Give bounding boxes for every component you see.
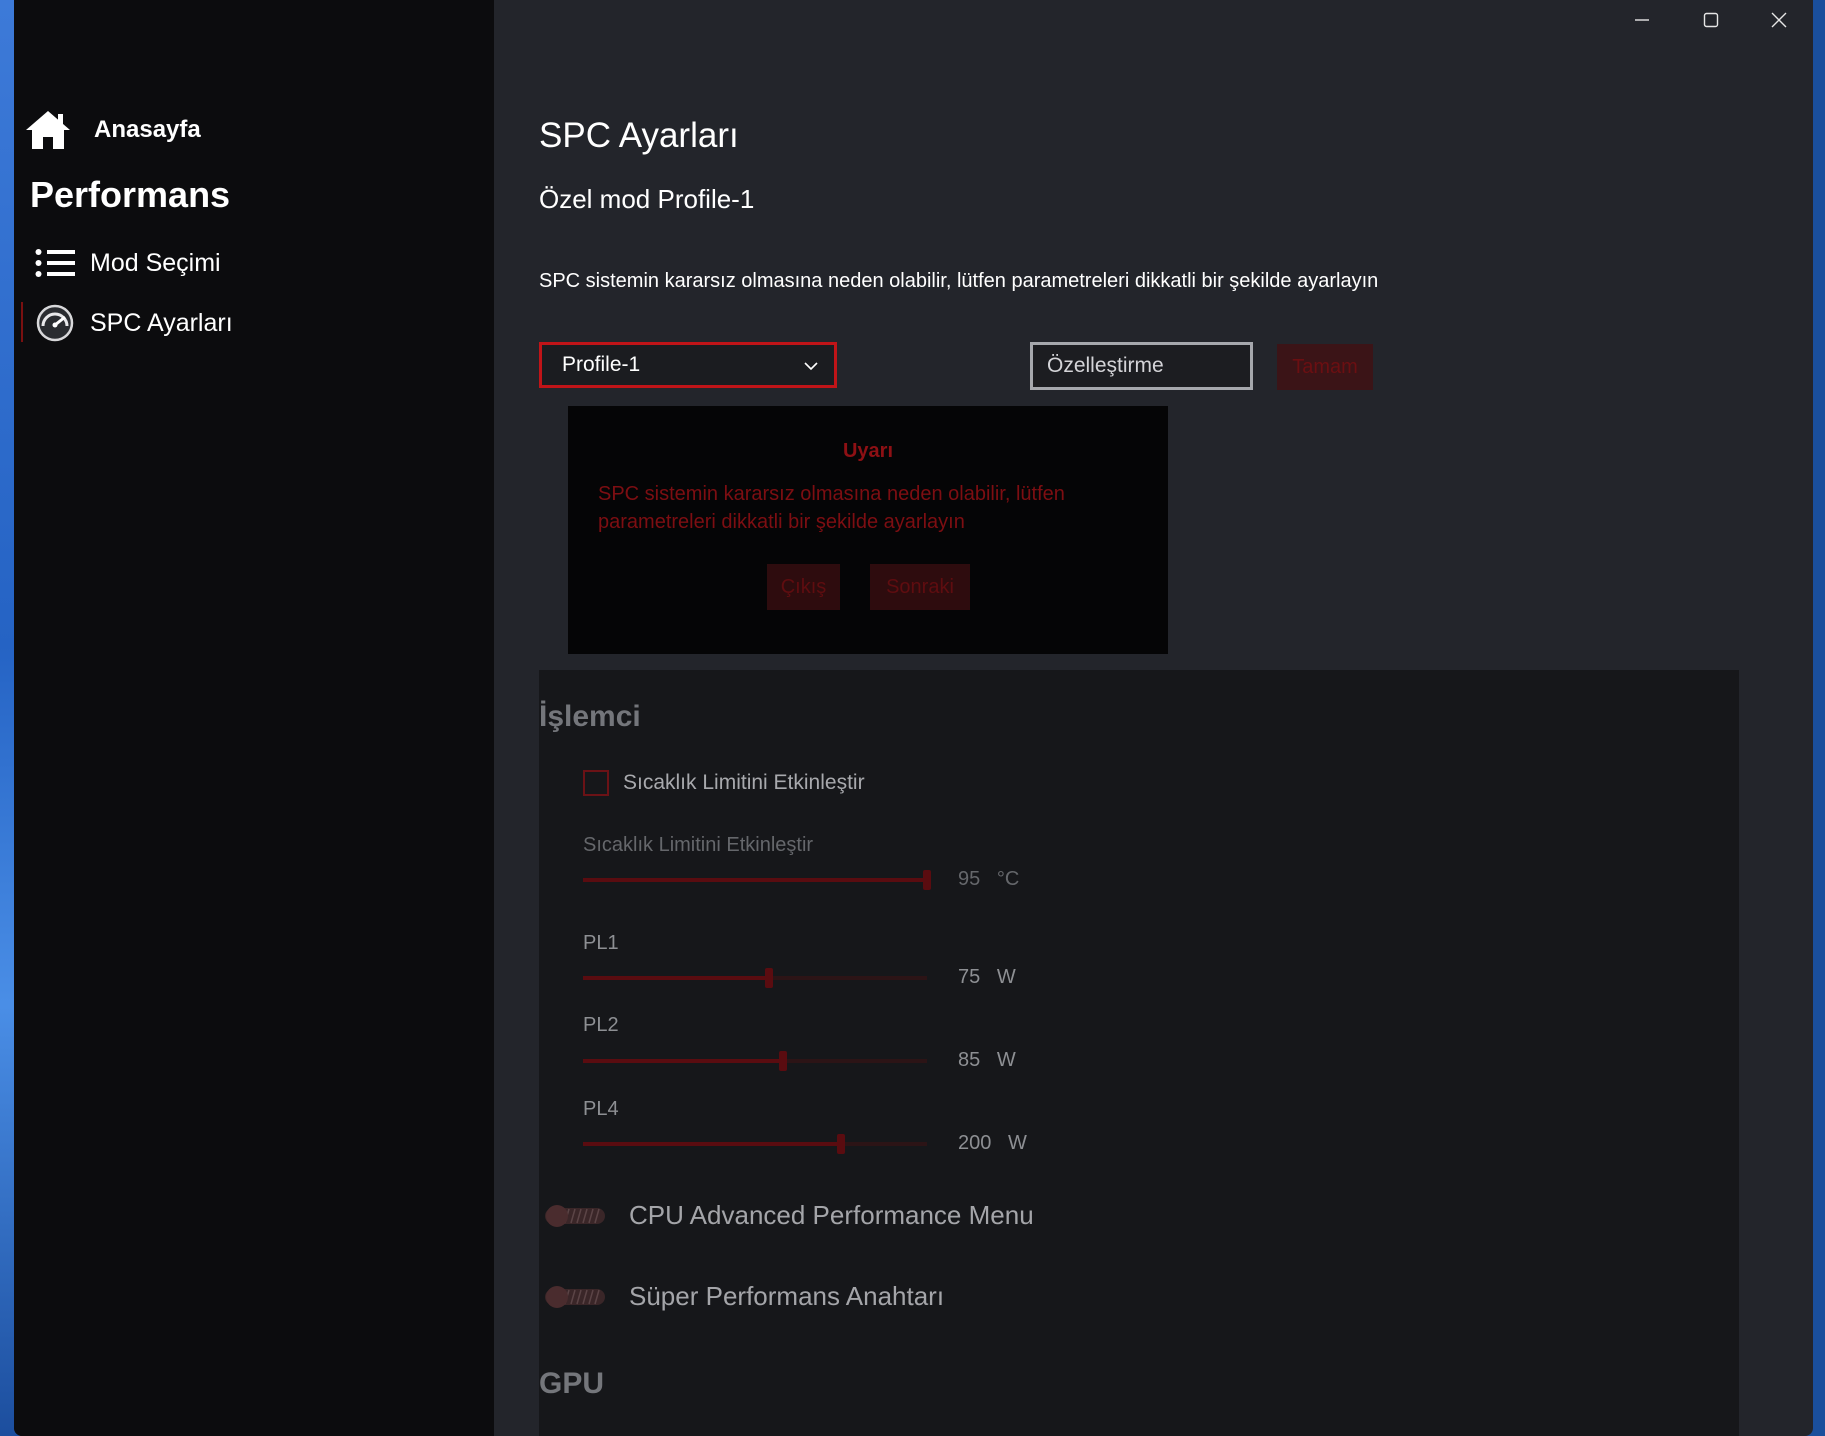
cpu-advanced-toggle[interactable] xyxy=(543,1203,607,1229)
profile-subtitle: Özel mod Profile-1 xyxy=(539,184,755,214)
temp-limit-slider-label: Sıcaklık Limitini Etkinleştir xyxy=(583,834,814,856)
customization-input[interactable]: Özelleştirme xyxy=(1030,342,1253,390)
temp-limit-value: 95 °C xyxy=(958,868,1020,890)
sidebar: Anasayfa Performans Mod Seçimi SPC Ayarl… xyxy=(14,0,494,1436)
cpu-section-title: İşlemci xyxy=(539,700,641,733)
ok-button[interactable]: Tamam xyxy=(1277,344,1373,390)
list-icon xyxy=(34,242,76,284)
home-icon xyxy=(26,111,70,149)
sidebar-item-label: Mod Seçimi xyxy=(90,248,221,277)
gpu-section-title: GPU xyxy=(539,1367,605,1400)
customization-input-value: Özelleştirme xyxy=(1047,354,1164,377)
dialog-exit-button[interactable]: Çıkış xyxy=(767,564,840,610)
sidebar-item-mod-secimi[interactable]: Mod Seçimi xyxy=(34,242,221,284)
sidebar-home-link[interactable]: Anasayfa xyxy=(24,108,201,152)
warning-description: SPC sistemin kararsız olmasına neden ola… xyxy=(539,270,1379,292)
dialog-next-button[interactable]: Sonraki xyxy=(870,564,970,610)
slider-thumb[interactable] xyxy=(764,968,773,988)
main-content: SPC Ayarları Özel mod Profile-1 SPC sist… xyxy=(539,0,1813,1436)
chevron-down-icon xyxy=(804,362,818,371)
pl4-slider[interactable] xyxy=(583,1134,927,1154)
temp-limit-checkbox-row[interactable]: Sıcaklık Limitini Etkinleştir xyxy=(583,770,865,796)
page-title: SPC Ayarları xyxy=(539,116,739,155)
slider-thumb[interactable] xyxy=(778,1051,787,1071)
sidebar-section-title: Performans xyxy=(30,174,231,215)
pl2-slider[interactable] xyxy=(583,1051,927,1071)
pl2-label: PL2 xyxy=(583,1014,619,1036)
pl4-label: PL4 xyxy=(583,1098,619,1120)
slider-thumb[interactable] xyxy=(837,1134,845,1154)
settings-panel: İşlemci Sıcaklık Limitini Etkinleştir Sı… xyxy=(539,670,1739,1436)
sidebar-item-spc-ayarlari[interactable]: SPC Ayarları xyxy=(34,302,233,344)
pl2-value: 85 W xyxy=(958,1049,1016,1071)
temp-limit-checkbox-label: Sıcaklık Limitini Etkinleştir xyxy=(623,771,865,794)
super-performance-toggle[interactable] xyxy=(543,1284,607,1310)
active-indicator xyxy=(21,302,23,342)
cpu-advanced-toggle-row[interactable]: CPU Advanced Performance Menu xyxy=(543,1200,1034,1231)
super-performance-toggle-row[interactable]: Süper Performans Anahtarı xyxy=(543,1281,944,1312)
temp-limit-slider[interactable] xyxy=(583,870,931,890)
profile-dropdown[interactable]: Profile-1 xyxy=(539,342,837,388)
pl1-label: PL1 xyxy=(583,932,619,954)
profile-dropdown-value: Profile-1 xyxy=(562,353,641,376)
app-window: Anasayfa Performans Mod Seçimi SPC Ayarl… xyxy=(14,0,1813,1436)
warning-dialog: Uyarı SPC sistemin kararsız olmasına ned… xyxy=(568,406,1168,654)
dialog-title: Uyarı xyxy=(842,440,894,462)
cpu-advanced-label: CPU Advanced Performance Menu xyxy=(629,1200,1034,1230)
sidebar-item-label: SPC Ayarları xyxy=(90,308,233,337)
temp-limit-checkbox[interactable] xyxy=(583,770,609,796)
super-performance-label: Süper Performans Anahtarı xyxy=(629,1281,945,1311)
pl4-value: 200 W xyxy=(958,1132,1027,1154)
pl1-slider[interactable] xyxy=(583,968,927,988)
slider-thumb[interactable] xyxy=(923,870,931,890)
dialog-message: SPC sistemin kararsız olmasına neden ola… xyxy=(598,483,1065,533)
gauge-icon xyxy=(34,302,76,344)
home-label: Anasayfa xyxy=(94,116,201,143)
pl1-value: 75 W xyxy=(958,966,1016,988)
